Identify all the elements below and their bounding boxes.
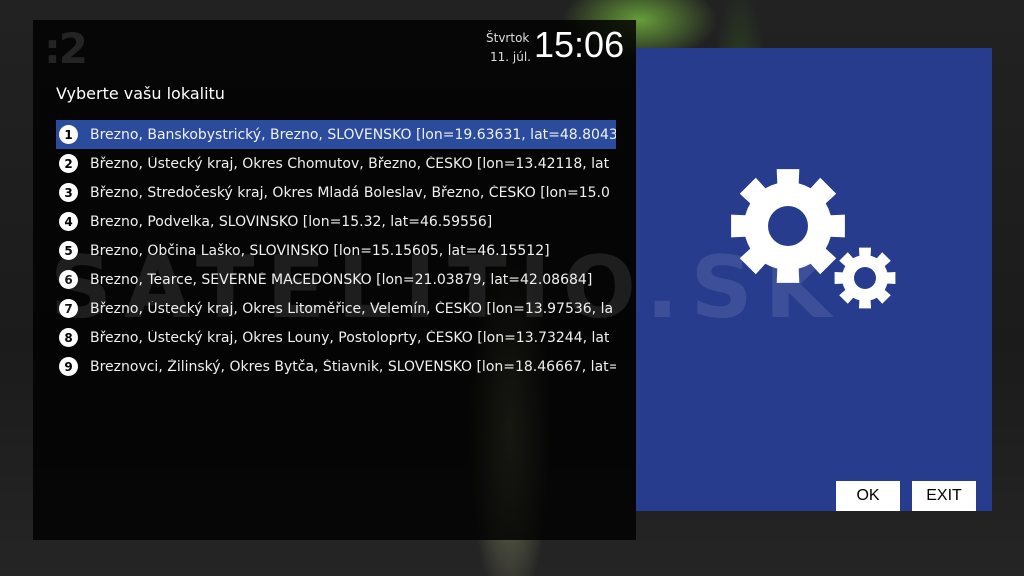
location-item[interactable]: 1 Brezno, Banskobystrický, Brezno, SLOVEN… xyxy=(56,120,616,149)
location-label: Breznovci, Žilinský, Okres Bytča, Štiavn… xyxy=(90,358,616,375)
clock-day: Štvrtok xyxy=(486,31,530,45)
item-number-badge: 9 xyxy=(59,357,78,376)
exit-button[interactable]: EXIT xyxy=(912,481,976,511)
item-number-badge: 3 xyxy=(59,183,78,202)
location-label: Brezno, Banskobystrický, Brezno, SLOVENS… xyxy=(90,126,616,143)
ok-button[interactable]: OK xyxy=(836,481,900,511)
location-item[interactable]: 2 Březno, Ústecký kraj, Okres Chomutov, B… xyxy=(56,149,616,178)
clock-time: 15:06 xyxy=(534,24,625,65)
item-number-badge: 2 xyxy=(59,154,78,173)
dialog-title: Vyberte vašu lokalitu xyxy=(56,84,225,103)
location-label: Březno, Ústecký kraj, Okres Chomutov, Bř… xyxy=(90,155,610,172)
clock-date: 11. júl. xyxy=(490,50,531,64)
location-item[interactable]: 9 Breznovci, Žilinský, Okres Bytča, Štiav… xyxy=(56,352,616,381)
location-label: Březno, Stredočeský kraj, Okres Mladá Bo… xyxy=(90,184,610,201)
location-item[interactable]: 4 Brezno, Podvelka, SLOVINSKO [lon=15.32,… xyxy=(56,207,616,236)
location-label: Brezno, Podvelka, SLOVINSKO [lon=15.32, … xyxy=(90,213,493,230)
item-number-badge: 1 xyxy=(59,125,78,144)
watermark: SATELITIO.SK xyxy=(50,238,844,338)
location-item[interactable]: 3 Březno, Stredočeský kraj, Okres Mladá B… xyxy=(56,178,616,207)
channel-logo: :2 xyxy=(44,24,88,73)
item-number-badge: 4 xyxy=(59,212,78,231)
